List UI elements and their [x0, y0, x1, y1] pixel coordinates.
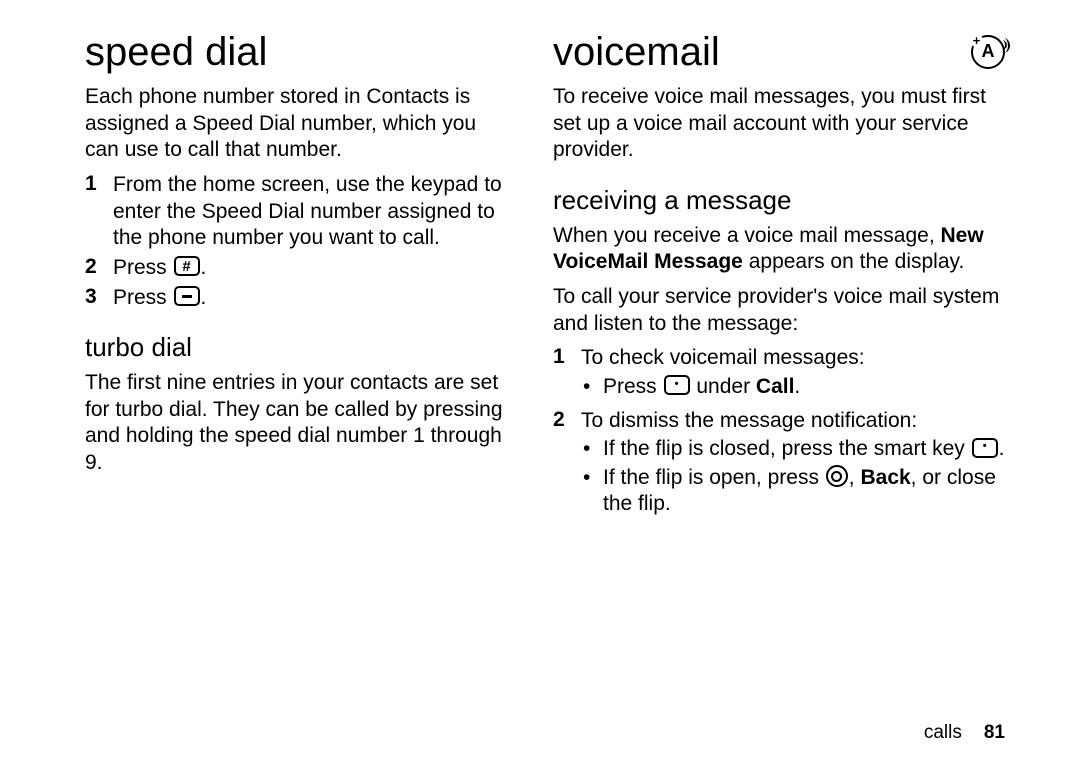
text: ,	[849, 466, 861, 489]
section-label: calls	[924, 722, 962, 743]
text: When you receive a voice mail message,	[553, 224, 941, 247]
step-number: 1	[553, 345, 581, 369]
text: .	[999, 437, 1005, 460]
left-column: speed dial Each phone number stored in C…	[85, 30, 545, 746]
step-2: 2 To dismiss the message notification: I…	[553, 408, 1005, 523]
speed-dial-steps: 1 From the home screen, use the keypad t…	[85, 172, 513, 311]
bullet-item: Press under Call.	[581, 374, 1005, 401]
bullet-list: If the flip is closed, press the smart k…	[581, 436, 1005, 518]
step-text: Press .	[113, 285, 513, 312]
bullet-item: If the flip is closed, press the smart k…	[581, 436, 1005, 463]
receiving-text-1: When you receive a voice mail message, N…	[553, 223, 1005, 276]
step-text: Press .	[113, 255, 513, 282]
bullet-list: Press under Call.	[581, 374, 1005, 401]
step-text: To check voicemail messages:	[581, 345, 1005, 372]
step-text: From the home screen, use the keypad to …	[113, 172, 513, 252]
text: Press	[113, 286, 173, 309]
center-key-icon	[826, 465, 848, 487]
turbo-dial-text: The first nine entries in your contacts …	[85, 370, 513, 477]
text: .	[201, 286, 207, 309]
bold-text: Call	[756, 375, 795, 398]
step-body: To check voicemail messages: Press under…	[581, 345, 1005, 404]
heading-speed-dial: speed dial	[85, 30, 513, 74]
step-body: To dismiss the message notification: If …	[581, 408, 1005, 523]
step-number: 3	[85, 285, 113, 309]
text: Press	[603, 375, 663, 398]
text: .	[201, 256, 207, 279]
step-number: 2	[85, 255, 113, 279]
right-column: voicemail + To receive voice mail messag…	[545, 30, 1005, 746]
heading-turbo-dial: turbo dial	[85, 333, 513, 362]
step-3: 3 Press .	[85, 285, 513, 312]
voicemail-intro: To receive voice mail messages, you must…	[553, 84, 1005, 164]
text: .	[794, 375, 800, 398]
page-footer: calls 81	[924, 722, 1005, 744]
plus-icon: +	[970, 34, 983, 47]
voicemail-steps: 1 To check voicemail messages: Press und…	[553, 345, 1005, 522]
text: If the flip is closed, press the smart k…	[603, 437, 971, 460]
heading-receiving-message: receiving a message	[553, 186, 1005, 215]
soft-key-icon	[664, 375, 690, 395]
step-text: To dismiss the message notification:	[581, 408, 1005, 435]
hash-key-icon	[174, 256, 200, 276]
smart-key-icon	[972, 438, 998, 458]
text: If the flip is open, press	[603, 466, 825, 489]
text: appears on the display.	[743, 250, 964, 273]
bold-text: Back	[860, 466, 910, 489]
text: under	[691, 375, 756, 398]
step-1: 1 From the home screen, use the keypad t…	[85, 172, 513, 252]
voicemail-heading-row: voicemail +	[553, 30, 1005, 74]
receiving-text-2: To call your service provider's voice ma…	[553, 284, 1005, 337]
heading-voicemail: voicemail	[553, 30, 720, 74]
sound-wave-icon	[997, 38, 1010, 53]
step-1: 1 To check voicemail messages: Press und…	[553, 345, 1005, 404]
manual-page: speed dial Each phone number stored in C…	[0, 0, 1080, 766]
call-key-icon	[174, 286, 200, 306]
accessibility-icon: +	[971, 35, 1005, 69]
bullet-item: If the flip is open, press , Back, or cl…	[581, 465, 1005, 518]
text: Press	[113, 256, 173, 279]
speed-dial-intro: Each phone number stored in Contacts is …	[85, 84, 513, 164]
step-number: 2	[553, 408, 581, 432]
step-2: 2 Press .	[85, 255, 513, 282]
page-number: 81	[984, 722, 1005, 743]
step-number: 1	[85, 172, 113, 196]
